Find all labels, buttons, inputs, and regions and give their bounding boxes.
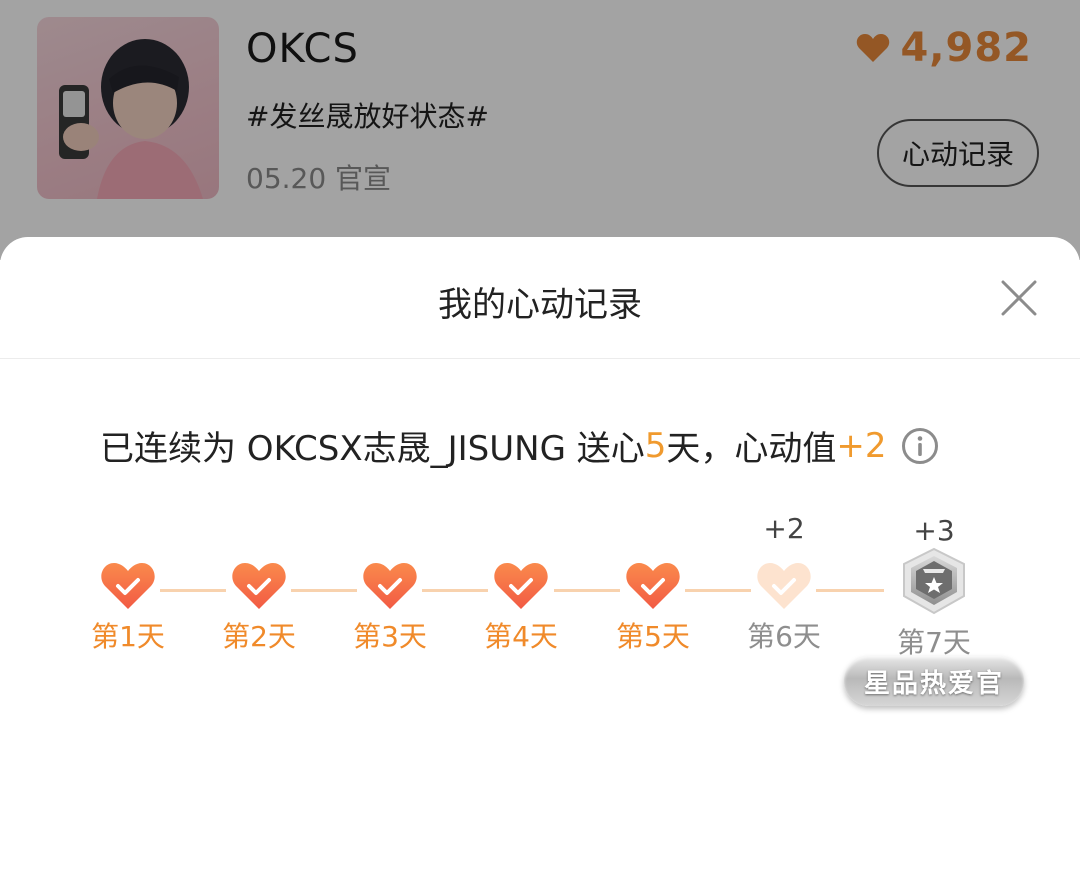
close-icon xyxy=(1001,280,1037,316)
day-item: 第3天 xyxy=(335,561,445,655)
day-item: 第1天 xyxy=(73,561,183,655)
day7-bonus: +3 xyxy=(913,514,955,547)
check-heart-icon xyxy=(757,563,811,609)
streak-days: 5 xyxy=(644,425,667,466)
fan-title-badge: 星品热爱官 xyxy=(844,656,1024,706)
close-button[interactable] xyxy=(1000,279,1038,317)
sheet-header: 我的心动记录 xyxy=(0,237,1080,359)
heart-record-sheet: 我的心动记录 已连续为 OKCSX志晟_JISUNG 送心 5 天，心动值 +2 xyxy=(0,237,1080,878)
day-item: 第4天 xyxy=(466,561,576,655)
day-label: 第7天 xyxy=(897,626,971,659)
check-heart-icon xyxy=(626,563,680,609)
day-item: 第5天 xyxy=(598,561,708,655)
day-label: 第1天 xyxy=(91,620,165,653)
streak-timeline: +2 +3 第1天 第2天 第3天 第4天 第5天 第6天 第7天 xyxy=(0,507,1080,767)
summary-prefix: 已连续为 OKCSX志晟_JISUNG 送心 xyxy=(100,429,645,469)
medal-badge-icon xyxy=(903,547,965,615)
modal-overlay[interactable] xyxy=(0,0,1080,260)
day-item: 第7天 xyxy=(879,547,989,661)
day-label: 第4天 xyxy=(484,620,558,653)
day6-bonus: +2 xyxy=(763,512,805,545)
day-item: 第6天 xyxy=(729,561,839,655)
day-label: 第2天 xyxy=(222,620,296,653)
post-card: OKCS #发丝晟放好状态# 05.20 官宣 4,982 心动记录 xyxy=(0,0,1080,260)
day-label: 第6天 xyxy=(747,620,821,653)
day-label: 第3天 xyxy=(353,620,427,653)
check-heart-icon xyxy=(363,563,417,609)
check-heart-icon xyxy=(232,563,286,609)
check-heart-icon xyxy=(101,563,155,609)
check-heart-icon xyxy=(494,563,548,609)
summary-mid: 天，心动值 xyxy=(666,429,837,469)
day-label: 第5天 xyxy=(616,620,690,653)
screen: OKCS #发丝晟放好状态# 05.20 官宣 4,982 心动记录 我的心动记… xyxy=(0,0,1080,878)
sheet-title: 我的心动记录 xyxy=(438,285,642,325)
info-icon[interactable] xyxy=(901,427,939,465)
streak-summary: 已连续为 OKCSX志晟_JISUNG 送心 5 天，心动值 +2 xyxy=(100,421,939,470)
day-item: 第2天 xyxy=(204,561,314,655)
heart-value-bonus: +2 xyxy=(836,425,887,466)
